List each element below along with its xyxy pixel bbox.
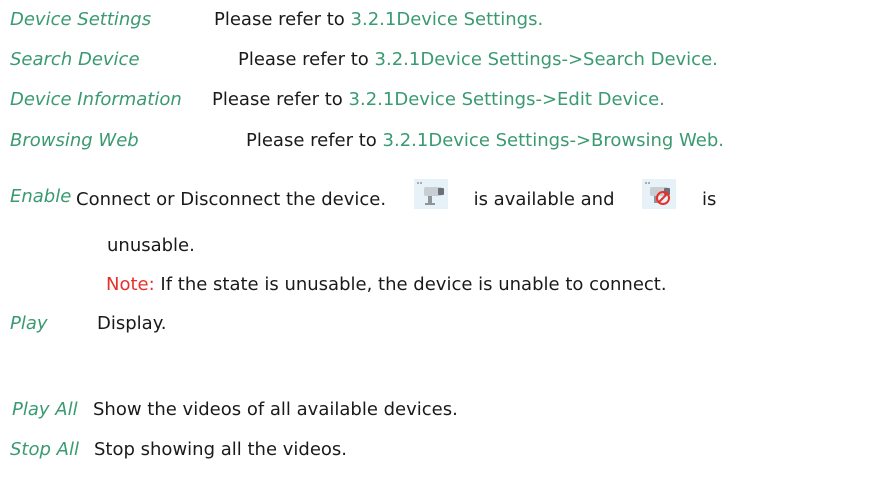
term-device-settings: Device Settings — [10, 9, 152, 30]
desc-device-settings: Please refer to 3.2.1Device Settings. — [214, 8, 543, 32]
desc-prefix: Please refer to — [238, 49, 375, 70]
enable-continuation: unusable. — [107, 234, 195, 258]
enable-text-before: Connect or Disconnect the device. — [76, 189, 387, 210]
term-stop-all: Stop All — [10, 439, 79, 460]
enable-text-middle: is available and — [473, 189, 615, 210]
ref-link[interactable]: 3.2.1Device Settings->Search Device. — [375, 49, 718, 70]
enable-continuation-text: unusable. — [107, 235, 195, 256]
term-device-information: Device Information — [10, 89, 182, 110]
note-label: Note: — [106, 274, 155, 295]
note-text: If the state is unusable, the device is … — [154, 274, 667, 295]
camera-available-icon — [413, 179, 448, 209]
desc-prefix: Please refer to — [246, 130, 383, 151]
desc-stop-all: Stop showing all the videos. — [94, 439, 348, 460]
camera-unusable-icon — [642, 179, 677, 209]
term-enable: Enable — [10, 186, 72, 207]
desc-enable: Connect or Disconnect the device. is ava… — [76, 179, 717, 215]
enable-note: Note: If the state is unusable, the devi… — [106, 273, 667, 297]
desc-search-device: Please refer to 3.2.1Device Settings->Se… — [238, 48, 718, 72]
desc-play-all: Show the videos of all available devices… — [93, 399, 458, 420]
desc-device-information: Please refer to 3.2.1Device Settings->Ed… — [212, 88, 665, 112]
ref-link[interactable]: 3.2.1Device Settings->Edit Device. — [349, 89, 665, 110]
desc-prefix: Please refer to — [212, 89, 349, 110]
desc-prefix: Please refer to — [214, 9, 351, 30]
desc-browsing-web: Please refer to 3.2.1Device Settings->Br… — [246, 129, 724, 153]
desc-play: Display. — [97, 313, 167, 334]
term-play: Play — [10, 313, 48, 334]
term-search-device: Search Device — [10, 49, 140, 70]
item-enable: Enable Connect or Disconnect the device.… — [10, 179, 860, 225]
term-browsing-web: Browsing Web — [10, 130, 139, 151]
term-play-all: Play All — [12, 399, 78, 420]
ref-link[interactable]: 3.2.1Device Settings->Browsing Web. — [383, 130, 724, 151]
ref-link[interactable]: 3.2.1Device Settings. — [351, 9, 544, 30]
enable-text-after: is — [701, 189, 717, 210]
